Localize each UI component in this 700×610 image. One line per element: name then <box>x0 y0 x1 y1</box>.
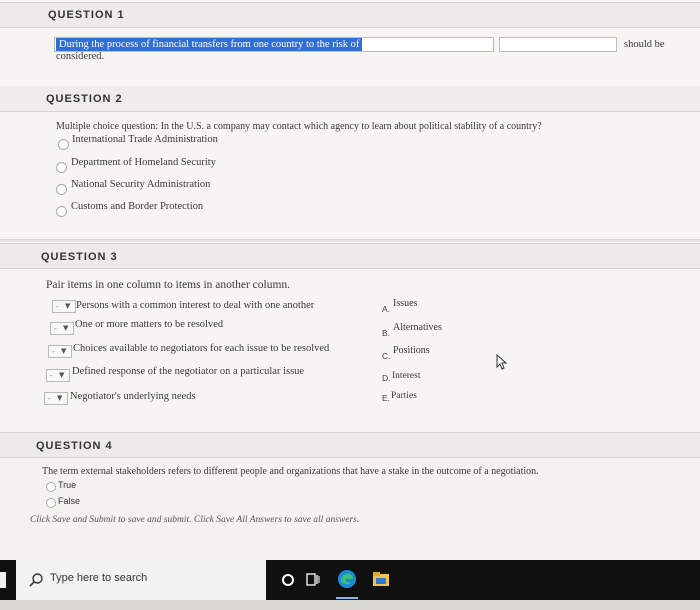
right-item-2-letter: B. <box>382 328 391 338</box>
left-item-4: Defined response of the negotiator on a … <box>72 366 305 377</box>
question-1-continued-text: considered. <box>56 51 105 62</box>
right-item-1-text: Issues <box>393 298 418 309</box>
active-app-underline <box>336 597 358 599</box>
screen-bottom-edge <box>0 600 700 610</box>
left-item-1: Persons with a common interest to deal w… <box>76 300 315 311</box>
question-1-highlighted-text: During the process of financial transfer… <box>56 38 363 51</box>
question-3-title: QUESTION 3 <box>41 251 118 263</box>
option-3-label: National Security Administration <box>71 179 211 190</box>
file-explorer-icon[interactable] <box>372 571 390 587</box>
question-4-prompt: The term external stakeholders refers to… <box>42 466 539 477</box>
question-4-header: QUESTION 4 <box>0 432 700 458</box>
edge-browser-icon[interactable] <box>337 569 357 589</box>
option-false-label: False <box>58 496 81 506</box>
right-item-3-letter: C. <box>382 351 391 361</box>
option-4-label: Customs and Border Protection <box>71 201 204 212</box>
right-item-5-text: Parties <box>391 391 417 401</box>
option-true-label: True <box>58 480 77 490</box>
left-item-5: Negotiator's underlying needs <box>70 391 196 402</box>
radio-option-4[interactable] <box>56 206 67 217</box>
match-select-2[interactable]: - ▼ <box>50 322 74 335</box>
search-placeholder: Type here to search <box>50 572 148 584</box>
chevron-down-icon: ▼ <box>61 347 67 355</box>
option-2-label: Department of Homeland Security <box>71 157 216 168</box>
question-2-prompt: Multiple choice question: In the U.S. a … <box>56 121 542 132</box>
chevron-down-icon: ▼ <box>63 324 69 332</box>
right-item-5-letter: E. <box>382 393 391 403</box>
match-select-1[interactable]: - ▼ <box>52 300 76 313</box>
question-4-title: QUESTION 4 <box>36 440 113 452</box>
right-item-2-text: Alternatives <box>393 322 442 333</box>
question-1-title: QUESTION 1 <box>48 9 125 21</box>
task-view-icon[interactable] <box>306 572 320 588</box>
left-item-3: Choices available to negotiators for eac… <box>73 343 330 354</box>
question-1-trailing-text: should be <box>624 39 665 50</box>
blank-field-2[interactable] <box>499 37 617 52</box>
start-edge <box>0 572 6 588</box>
radio-true[interactable] <box>46 482 56 492</box>
radio-option-2[interactable] <box>56 162 67 173</box>
match-select-5[interactable]: - ▼ <box>44 392 68 405</box>
right-item-1-letter: A. <box>382 304 391 314</box>
radio-option-3[interactable] <box>56 184 67 195</box>
search-icon <box>29 573 43 587</box>
question-2-header: QUESTION 2 <box>0 86 700 112</box>
footer-hint: Click Save and Submit to save and submit… <box>30 515 360 525</box>
match-select-3[interactable]: - ▼ <box>48 345 72 358</box>
question-3-instructions: Pair items in one column to items in ano… <box>46 279 291 291</box>
left-item-2: One or more matters to be resolved <box>75 319 224 330</box>
chevron-down-icon: ▼ <box>59 371 65 379</box>
chevron-down-icon: ▼ <box>65 302 71 310</box>
right-item-4-letter: D. <box>382 373 391 383</box>
question-2-title: QUESTION 2 <box>46 93 123 105</box>
chevron-down-icon: ▼ <box>57 394 63 402</box>
radio-false[interactable] <box>46 498 56 508</box>
taskbar: Type here to search <box>0 560 700 600</box>
option-1-label: International Trade Administration <box>72 134 218 145</box>
mouse-cursor-icon <box>496 354 508 370</box>
question-1-header: QUESTION 1 <box>0 2 700 28</box>
right-item-3-text: Positions <box>393 345 430 356</box>
taskbar-search-box[interactable]: Type here to search <box>16 560 266 600</box>
match-select-4[interactable]: - ▼ <box>46 369 70 382</box>
cortana-icon[interactable] <box>281 573 295 587</box>
question-3-header: QUESTION 3 <box>0 243 700 269</box>
radio-option-1[interactable] <box>58 139 69 150</box>
right-item-4-text: Interest <box>392 371 421 381</box>
question-3-body <box>0 242 700 432</box>
